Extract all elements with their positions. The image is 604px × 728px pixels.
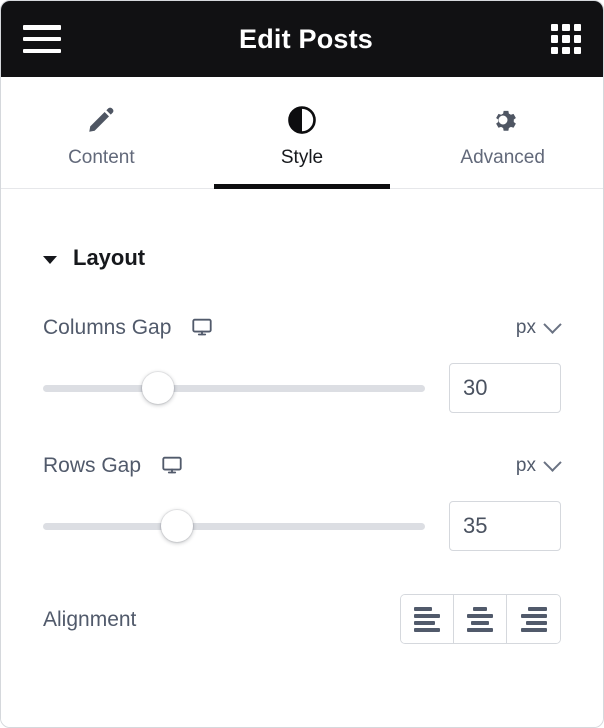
align-center-icon [467, 606, 493, 632]
tab-style[interactable]: Style [202, 77, 403, 188]
control-label-wrap: Rows Gap [43, 454, 183, 476]
slider-row [43, 363, 561, 413]
grid-cell [562, 35, 570, 43]
grid-cell [573, 24, 581, 32]
align-line [467, 627, 493, 632]
pencil-icon [86, 105, 116, 135]
tab-label: Advanced [460, 146, 545, 168]
slider-thumb[interactable] [141, 372, 174, 404]
align-center-button[interactable] [454, 595, 507, 643]
slider-track [43, 384, 425, 392]
grid-cell [573, 35, 581, 43]
edit-posts-panel: Edit Posts Content Style Advanced Layout… [0, 0, 604, 728]
control-label: Columns Gap [43, 315, 172, 339]
unit-selector-columns-gap[interactable]: px [515, 314, 562, 338]
slider-thumb[interactable] [160, 510, 193, 542]
hamburger-menu-icon[interactable] [23, 25, 61, 53]
section-header-layout[interactable]: Layout [43, 189, 561, 275]
slider-track [43, 522, 425, 530]
slider-columns-gap[interactable] [43, 370, 425, 406]
rows-gap-input[interactable] [449, 501, 561, 551]
style-panel-body: Layout Columns Gap px 30 Rows Gap px 35 … [1, 189, 603, 727]
control-label: Alignment [43, 607, 137, 631]
chevron-down-icon [543, 314, 562, 334]
slider-row [43, 501, 561, 551]
slider-rows-gap[interactable] [43, 508, 425, 544]
unit-label: px [515, 316, 536, 338]
grid-cell [562, 24, 570, 32]
grid-cell [573, 46, 581, 54]
align-line [467, 613, 493, 618]
control-rows-gap: Rows Gap px [43, 451, 562, 551]
columns-gap-input[interactable] [449, 363, 561, 413]
hamburger-bar [23, 48, 61, 53]
align-line [520, 627, 547, 632]
align-line [414, 613, 440, 618]
grid-apps-icon[interactable] [551, 24, 581, 54]
tab-label: Style [280, 146, 324, 168]
grid-cell [562, 46, 570, 54]
page-title: Edit Posts [238, 23, 374, 54]
hamburger-bar [23, 36, 61, 42]
align-line [414, 627, 440, 632]
align-line [520, 613, 547, 618]
align-line [414, 606, 433, 611]
section-title: Layout [73, 245, 146, 270]
control-label: Rows Gap [43, 453, 142, 477]
tab-bar: Content Style Advanced [1, 77, 603, 189]
align-line [528, 606, 547, 611]
control-header: Alignment [43, 594, 561, 644]
align-line [470, 620, 490, 625]
control-header: Columns Gap px [43, 313, 562, 341]
grid-cell [551, 24, 559, 32]
control-header: Rows Gap px [43, 451, 562, 479]
desktop-icon[interactable] [191, 316, 213, 338]
align-line [414, 620, 435, 625]
align-left-icon [414, 606, 440, 632]
alignment-button-group [400, 594, 561, 644]
align-line [525, 620, 547, 625]
contrast-icon [287, 105, 317, 135]
tab-label: Content [68, 146, 135, 168]
caret-down-icon [43, 255, 57, 264]
hamburger-bar [23, 25, 61, 30]
grid-cell [551, 35, 559, 43]
unit-label: px [515, 454, 536, 476]
control-label-wrap: Columns Gap [43, 316, 213, 338]
tab-advanced[interactable]: Advanced [402, 77, 603, 188]
tab-content[interactable]: Content [1, 77, 202, 188]
align-right-button[interactable] [507, 595, 560, 643]
align-line [472, 606, 488, 611]
panel-header: Edit Posts [1, 1, 603, 77]
gear-icon [488, 105, 518, 135]
grid-cell [551, 46, 559, 54]
unit-selector-rows-gap[interactable]: px [515, 452, 562, 476]
align-left-button[interactable] [401, 595, 454, 643]
chevron-down-icon [543, 452, 562, 472]
control-columns-gap: Columns Gap px [43, 313, 562, 413]
align-right-icon [520, 606, 547, 632]
control-alignment: Alignment [43, 594, 561, 644]
desktop-icon[interactable] [161, 454, 183, 476]
